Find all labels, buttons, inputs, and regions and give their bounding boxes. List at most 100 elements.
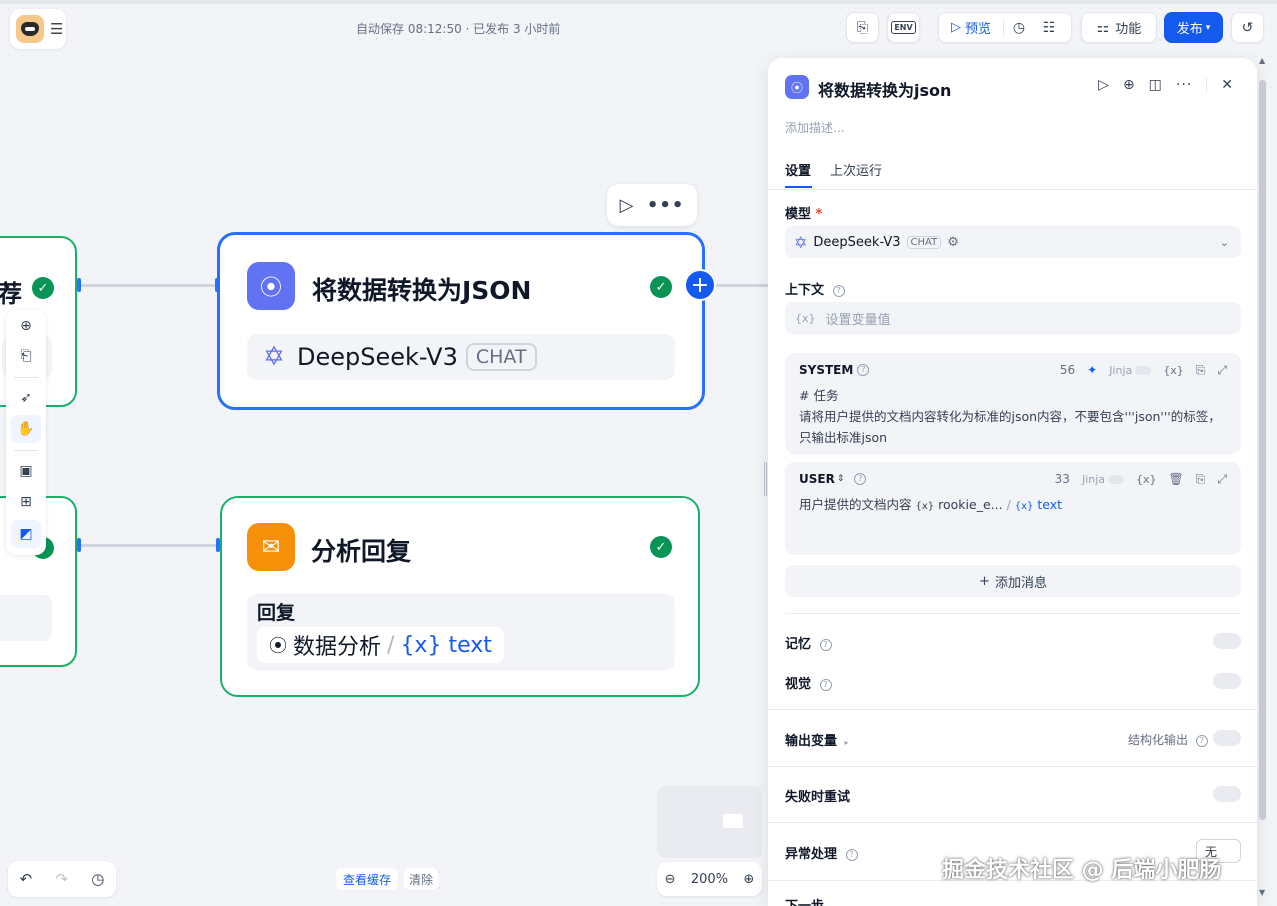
panel-scrollbar[interactable]: ▲ ▼	[1259, 56, 1266, 900]
copy-icon[interactable]: ⎘	[1196, 472, 1206, 487]
delete-icon[interactable]: 🗑	[1169, 472, 1184, 486]
minimap[interactable]	[657, 786, 762, 858]
pointer-icon[interactable]: ➶	[11, 384, 41, 412]
autosave-status: 自动保存 08:12:50 · 已发布 3 小时前	[356, 22, 561, 36]
redo-icon[interactable]: ↷	[55, 870, 68, 888]
context-field-label: 上下文 ?	[785, 279, 845, 298]
add-next-node-button[interactable]: +	[684, 269, 716, 301]
system-prompt-text[interactable]: # 任务 请将用户提供的文档内容转化为标准的json内容，不要包含'''json…	[799, 385, 1227, 448]
llm-brain-icon: ⦿	[785, 75, 809, 99]
answer-node-title: 分析回复	[311, 537, 412, 566]
help-icon[interactable]: ?	[819, 638, 832, 651]
scroll-up-icon[interactable]: ▲	[1259, 56, 1265, 65]
help-link-icon[interactable]: ⊕	[1123, 77, 1135, 93]
add-message-label: 添加消息	[994, 575, 1047, 591]
memory-toggle[interactable]	[1213, 633, 1241, 649]
hand-icon[interactable]: ✋	[11, 415, 41, 443]
context-placeholder: 设置变量值	[825, 312, 891, 328]
context-variable-input[interactable]: {x} 设置变量值	[785, 302, 1241, 334]
checklist-button[interactable]: ⎘	[846, 12, 879, 43]
preview-button[interactable]: ▷ 预览	[939, 13, 1003, 42]
scroll-down-icon[interactable]: ▼	[1259, 888, 1265, 897]
tab-settings[interactable]: 设置	[785, 160, 811, 179]
help-icon[interactable]: ?	[1195, 734, 1208, 747]
env-button[interactable]: ENV	[887, 12, 920, 43]
help-icon[interactable]: ?	[819, 678, 832, 691]
node-input-handle[interactable]	[216, 538, 220, 552]
clear-button[interactable]: 清除	[404, 868, 439, 890]
vision-toggle[interactable]	[1213, 673, 1241, 689]
model-name: DeepSeek-V3	[297, 343, 458, 371]
chevron-down-icon: ⌄	[1219, 235, 1229, 249]
checklist-toggle-icon[interactable]: ☷	[1034, 20, 1064, 36]
ai-generate-icon[interactable]: ✦	[1087, 363, 1097, 377]
app-logo-menu[interactable]: ☰	[10, 9, 66, 49]
expand-icon[interactable]: ⤢	[1217, 472, 1227, 487]
history-icon[interactable]: ◷	[91, 870, 104, 888]
insert-variable-icon[interactable]: {x}	[1136, 473, 1157, 486]
jinja-toggle[interactable]: Jinja	[1082, 473, 1125, 486]
zoom-level[interactable]: 200%	[691, 872, 728, 887]
copy-icon[interactable]: ⎘	[1196, 363, 1206, 378]
jinja-switch[interactable]	[1135, 365, 1152, 375]
features-button[interactable]: ⚏ 功能	[1081, 12, 1157, 43]
help-icon[interactable]: ?	[857, 364, 870, 376]
answer-node[interactable]: ✉ 分析回复 ✓ 回复 ⦿ 数据分析 / {x} text	[220, 496, 700, 697]
run-step-icon[interactable]: ▷	[1098, 77, 1109, 93]
node-body	[0, 595, 52, 641]
tab-last-run[interactable]: 上次运行	[830, 160, 882, 179]
preview-group: ▷ 预览 ◷ ☷	[938, 12, 1072, 43]
help-icon[interactable]: ?	[854, 473, 867, 485]
more-options-icon[interactable]: •••	[647, 195, 685, 216]
deepseek-logo-icon: ✡	[794, 232, 808, 252]
split-view-icon[interactable]: ◫	[1149, 77, 1162, 93]
insert-variable-icon[interactable]: {x}	[1163, 364, 1184, 377]
success-check-icon: ✓	[32, 277, 54, 299]
zoom-in-icon[interactable]: ⊕	[743, 872, 754, 887]
add-node-icon[interactable]: ⊕	[11, 312, 41, 340]
variable-icon: {x}	[1014, 501, 1034, 512]
help-icon[interactable]: ?	[845, 848, 858, 861]
more-options-icon[interactable]: ···	[1176, 77, 1192, 93]
variable-tag[interactable]: {x} rookie_e... / {x} text	[916, 497, 1063, 512]
add-message-button[interactable]: + 添加消息	[785, 565, 1241, 597]
run-node-icon[interactable]: ▷	[620, 195, 634, 216]
user-prompt-text[interactable]: 用户提供的文档内容 {x} rookie_e... / {x} text	[799, 494, 1227, 517]
expand-icon[interactable]: ⤢	[1217, 363, 1227, 378]
node-output-handle[interactable]	[77, 278, 81, 292]
panel-resize-handle[interactable]	[764, 462, 767, 496]
run-history-icon[interactable]: ◷	[1004, 20, 1034, 36]
user-prompt-editor[interactable]: USER ⇕ ? 33 Jinja {x} 🗑 ⎘ ⤢ 用户提供的文档内容 {x…	[785, 462, 1241, 555]
description-input[interactable]: 添加描述...	[785, 119, 844, 136]
publish-button[interactable]: 发布 ▾	[1164, 12, 1223, 43]
version-history-button[interactable]: ↺	[1231, 12, 1264, 43]
edge-left-to-llm	[78, 284, 220, 287]
help-icon[interactable]: ?	[832, 284, 845, 297]
jinja-switch[interactable]	[1108, 474, 1125, 484]
scroll-thumb[interactable]	[1259, 80, 1266, 820]
llm-node[interactable]: ⦿ 将数据转换为JSON ✓ ✡ DeepSeek-V3 CHAT	[217, 232, 705, 410]
retry-toggle[interactable]	[1213, 786, 1241, 802]
output-vars-section[interactable]: 输出变量 ▸	[785, 730, 849, 749]
node-output-handle[interactable]	[77, 538, 81, 552]
system-prompt-editor[interactable]: SYSTEM ? 56 ✦ Jinja {x} ⎘ ⤢ # 任务 请将用户提供的…	[785, 353, 1241, 454]
user-role-label[interactable]: USER	[799, 472, 835, 486]
structured-output-toggle[interactable]	[1213, 730, 1241, 746]
view-cache-button[interactable]: 查看缓存	[336, 868, 399, 890]
jinja-toggle[interactable]: Jinja	[1109, 364, 1152, 377]
panel-title[interactable]: 将数据转换为json	[818, 77, 951, 101]
close-icon[interactable]: ✕	[1221, 77, 1233, 93]
minimap-toggle-icon[interactable]: ◩	[11, 520, 41, 548]
undo-icon[interactable]: ↶	[20, 870, 33, 888]
node-input-handle[interactable]	[215, 278, 219, 292]
divider	[768, 766, 1257, 767]
zoom-out-icon[interactable]: ⊖	[665, 872, 676, 887]
hamburger-menu-icon[interactable]: ☰	[50, 21, 63, 37]
model-params-icon[interactable]: ⚙	[947, 235, 959, 250]
organize-blocks-icon[interactable]: ⊞	[11, 488, 41, 516]
add-note-icon[interactable]: ⎗	[11, 342, 41, 370]
model-selector[interactable]: ✡ DeepSeek-V3 CHAT ⚙ ⌄	[785, 226, 1241, 258]
role-switch-icon[interactable]: ⇕	[837, 474, 845, 484]
export-image-icon[interactable]: ▣	[11, 457, 41, 485]
error-handling-label: 异常处理 ?	[785, 843, 858, 862]
